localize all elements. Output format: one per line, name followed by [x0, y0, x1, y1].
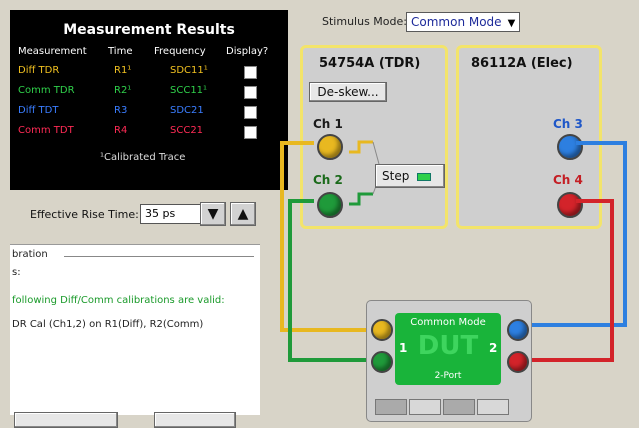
- dut-port-2-blue[interactable]: [507, 319, 529, 341]
- dut-mode-title: Common Mode: [410, 317, 486, 328]
- dut-port-1-yellow[interactable]: [371, 319, 393, 341]
- dut-tab-4[interactable]: [477, 399, 509, 415]
- dut-port-2-red[interactable]: [507, 351, 529, 373]
- dut-tab-1[interactable]: [375, 399, 407, 415]
- dut-tab-2[interactable]: [409, 399, 441, 415]
- dut-left-number: 1: [399, 341, 408, 355]
- dut-box: Common Mode 1 2 DUT 2-Port: [366, 300, 532, 422]
- bottom-button-left[interactable]: [14, 412, 118, 428]
- dut-right-number: 2: [489, 341, 498, 355]
- bottom-button-right[interactable]: [154, 412, 236, 428]
- dut-body: Common Mode 1 2 DUT 2-Port: [395, 313, 501, 385]
- cables: [280, 141, 627, 362]
- dut-port-label: 2-Port: [434, 371, 462, 381]
- dut-port-1-green[interactable]: [371, 351, 393, 373]
- dut-label: DUT: [417, 331, 479, 361]
- dut-tab-3[interactable]: [443, 399, 475, 415]
